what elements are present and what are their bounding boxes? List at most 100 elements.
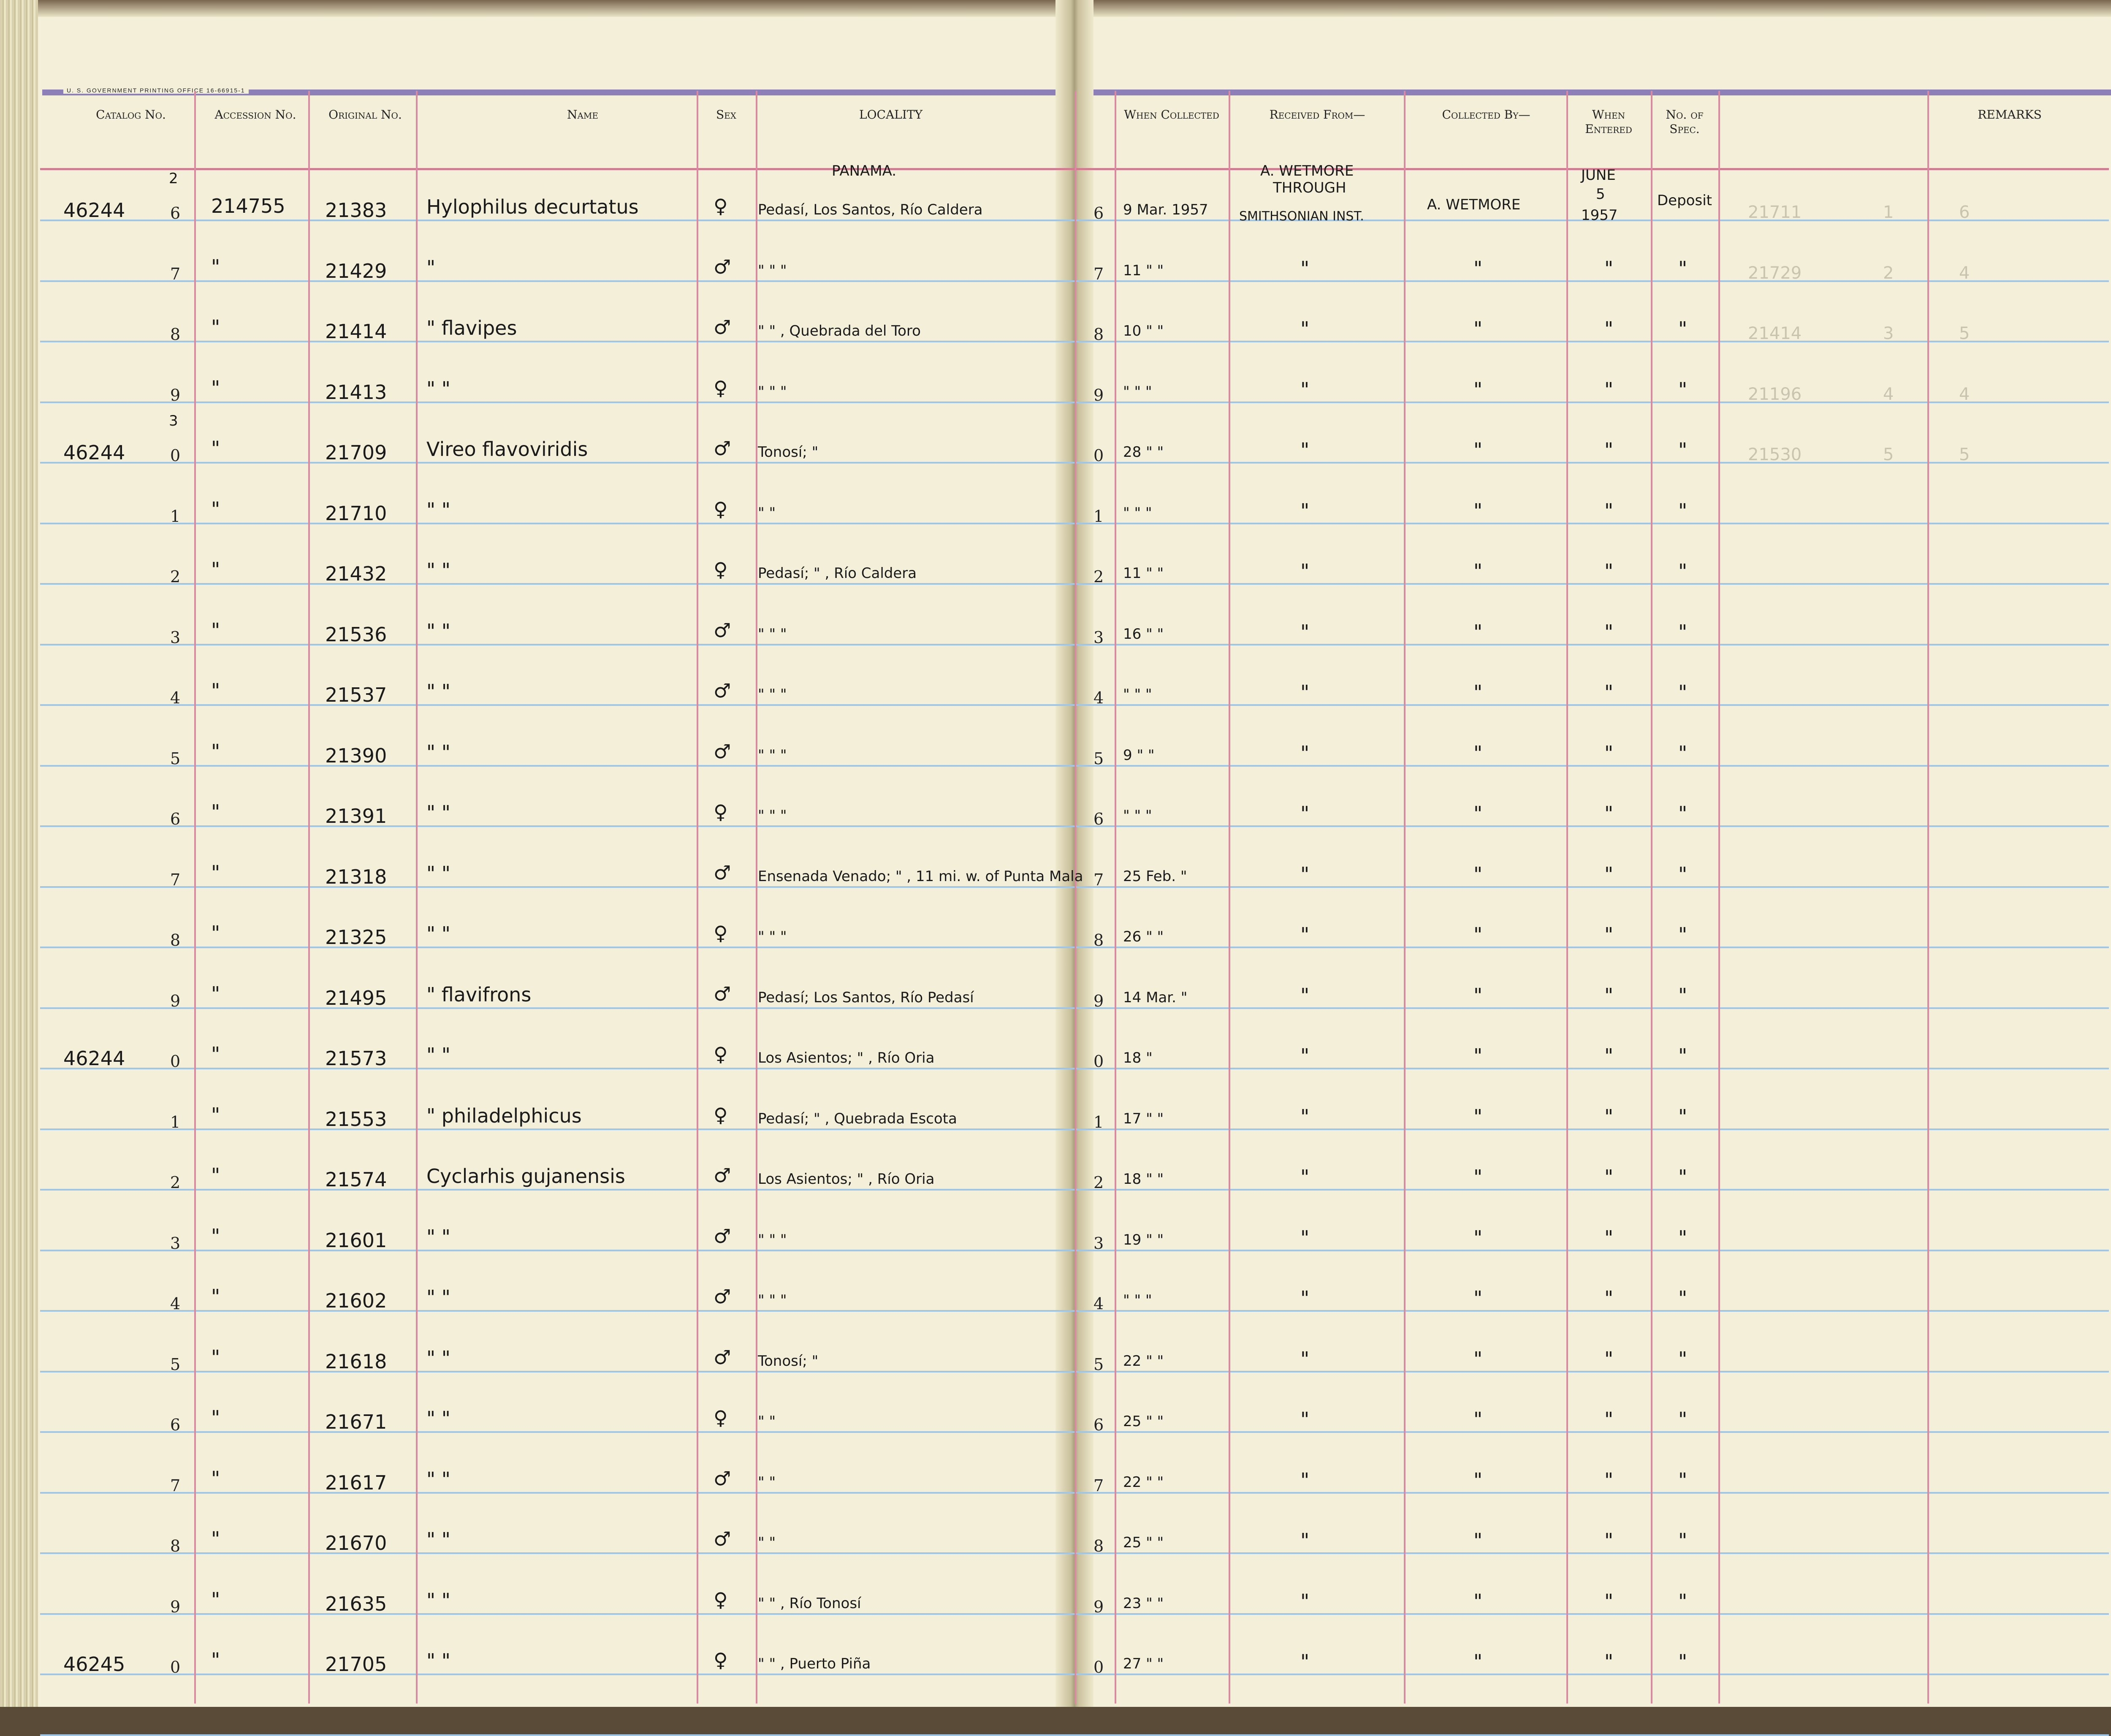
collected-ditto: " [1473,863,1483,886]
spec-ditto: " [1678,439,1688,461]
collected-ditto: " [1473,741,1483,765]
collected-ditto: " [1473,1347,1483,1370]
spec-ditto: " [1678,1166,1688,1188]
table-row: 6 " 21671 " " ♀ " " 6 25 " " " " " " [0,1406,2111,1469]
when-collected: " " " [1123,807,1152,824]
accession-number: " [211,679,220,702]
entered-ditto: " [1604,741,1614,765]
catalog-number: 46245 [63,1653,125,1676]
when-collected: " " " [1123,686,1152,703]
collected-ditto: " [1473,257,1483,280]
species-name: Hylophilus decurtatus [426,195,639,218]
sex-symbol: ♂ [714,255,731,278]
when-collected: 26 " " [1123,928,1164,945]
printing-office-imprint: U. S. GOVERNMENT PRINTING OFFICE 16-6691… [63,87,249,94]
row-digit-right: 9 [1093,991,1104,1010]
catalog-number: 46244 [63,1047,125,1070]
species-name: Vireo flavoviridis [426,438,588,461]
when-collected: 17 " " [1123,1110,1164,1127]
accession-number: " [211,1164,220,1187]
accession-number: " [211,1467,220,1490]
accession-number: " [211,1345,220,1369]
row-digit: 6 [170,1416,181,1434]
original-number: 21618 [325,1350,387,1373]
collected-ditto: " [1473,317,1483,340]
when-collected: 18 " " [1123,1171,1164,1188]
received-ditto: " [1300,802,1310,825]
locality: " " " [758,1231,787,1248]
row-digit-right: 0 [1093,1658,1104,1676]
spec-ditto: " [1678,1226,1688,1249]
original-number: 21602 [325,1289,387,1312]
entered-ditto: " [1604,439,1614,461]
sex-symbol: ♂ [714,1345,731,1369]
accession-number: " [211,618,220,642]
original-number: 21553 [325,1107,387,1131]
species-name: " philadelphicus [426,1104,582,1127]
row-digit: 5 [170,1355,181,1374]
received-note-line2: THROUGH [1273,179,1346,196]
collected-ditto: " [1473,1529,1483,1552]
original-number: 21705 [325,1653,387,1676]
row-digit-right: 4 [1093,1294,1104,1313]
ghost-accession: 4 [1883,384,1894,404]
locality: Pedasí; " , Río Caldera [758,565,917,582]
collected-ditto: " [1473,378,1483,401]
spec-ditto: " [1678,317,1688,340]
when-collected: " " " [1123,383,1152,400]
entered-ditto: " [1604,257,1614,280]
row-digit: 2 [170,567,181,586]
table-row: 4 " 21602 " " ♂ " " " 4 " " " " " " " [0,1285,2111,1348]
header-remarks: REMARKS [1978,108,2042,122]
received-ditto: " [1300,317,1310,340]
ghost-accession: 3 [1883,324,1894,343]
species-name: " " [426,1044,450,1066]
ghost-sex: 5 [1959,324,1970,343]
sex-symbol: ♀ [714,376,728,399]
locality: " " " [758,262,787,279]
species-name: " " [426,680,450,703]
ghost-sex: 5 [1959,445,1970,464]
entered-ditto: " [1604,1650,1614,1673]
collected-ditto: " [1473,802,1483,825]
received-ditto: " [1300,1408,1310,1431]
collected-ditto: " [1473,1287,1483,1310]
sex-symbol: ♂ [714,1527,731,1550]
species-name: " [426,256,436,279]
when-collected: 10 " " [1123,323,1164,339]
locality: Pedasí, Los Santos, Río Caldera [758,201,983,218]
entered-ditto: " [1604,681,1614,704]
sex-symbol: ♂ [714,982,731,1005]
row-digit: 4 [170,1294,181,1313]
table-row: 6 " 21391 " " ♀ " " " 6 " " " " " " " [0,800,2111,863]
when-collected: 22 " " [1123,1352,1164,1370]
original-number: 21709 [325,441,387,464]
locality: " " , Quebrada del Toro [758,323,921,339]
spec-ditto: " [1678,681,1688,704]
species-name: " " [426,741,450,764]
spec-ditto: " [1678,1105,1688,1128]
spec-ditto: " [1678,620,1688,643]
species-name: " " [426,1649,450,1672]
collected-ditto: " [1473,984,1483,1007]
row-digit-right: 7 [1093,870,1104,889]
locality: " " " [758,746,787,764]
when-collected: " " " [1123,1292,1152,1309]
table-row: 8 " 21325 " " ♀ " " " 8 26 " " " " " " [0,922,2111,984]
ghost-accession: 1 [1883,203,1894,222]
header-name: Name [567,108,599,122]
spec-ditto: " [1678,378,1688,401]
entered-ditto: " [1604,1226,1614,1249]
received-ditto: " [1300,1650,1310,1673]
when-collected: 25 " " [1123,1413,1164,1430]
species-name: " " [426,498,450,521]
sex-symbol: ♀ [714,195,728,217]
spec-ditto: " [1678,984,1688,1007]
table-row: 46245 0 " 21705 " " ♀ " " , Puerto Piña 0 27 " "… [0,1649,2111,1711]
original-number: 21325 [325,926,387,949]
sex-symbol: ♀ [714,1588,728,1611]
when-collected: 9 Mar. 1957 [1123,201,1208,218]
header-no-spec: No. of Spec. [1666,108,1704,136]
row-digit: 2 [170,1173,181,1192]
species-name: " " [426,1467,450,1491]
